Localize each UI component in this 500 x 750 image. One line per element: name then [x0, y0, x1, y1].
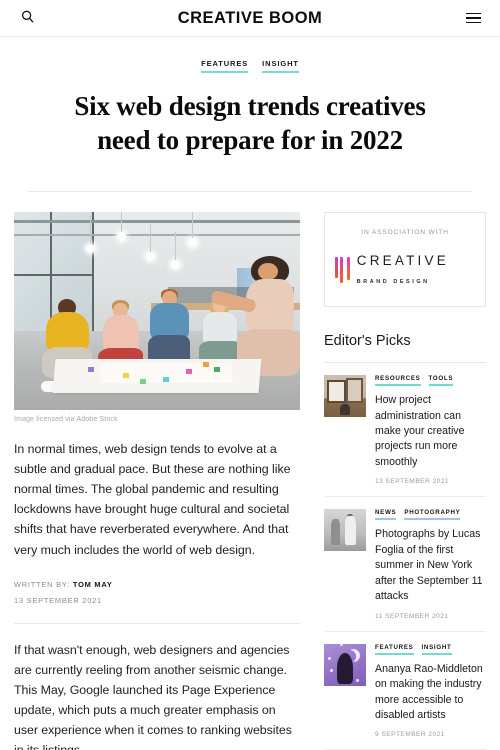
- page-title: Six web design trends creatives need to …: [74, 90, 426, 155]
- article-paragraph-1: In normal times, web design tends to evo…: [14, 442, 291, 557]
- body-divider: [14, 622, 300, 624]
- byline-author-line: WRITTEN BY: TOM MAY: [14, 580, 300, 589]
- article-paragraph-2: If that wasn't enough, web designers and…: [14, 642, 292, 750]
- sidebar: IN ASSOCIATION WITH CREATIVE BRAND DESIG…: [324, 212, 486, 750]
- article-header: FEATURES INSIGHT Six web design trends c…: [0, 37, 500, 193]
- pick-tag-photography[interactable]: PHOTOGRAPHY: [404, 509, 461, 521]
- association-label: IN ASSOCIATION WITH: [361, 229, 449, 237]
- pick-tag-row: RESOURCES TOOLS: [375, 375, 486, 387]
- association-logo-secondary: BRAND DESIGN: [356, 279, 430, 286]
- pick-date: 13 September 2021: [375, 478, 449, 486]
- pick-date: 11 September 2021: [375, 612, 449, 620]
- pick-tag-row: FEATURES INSIGHT: [375, 644, 486, 655]
- site-logo[interactable]: CREATIVE BOOM: [178, 9, 323, 28]
- list-item[interactable]: FEATURES INSIGHT Ananya Rao-Middleton on…: [324, 630, 486, 750]
- article-tag-features[interactable]: FEATURES: [201, 59, 249, 73]
- byline: WRITTEN BY: TOM MAY 13 SEPTEMBER 2021: [14, 580, 300, 605]
- byline-author[interactable]: TOM MAY: [73, 580, 113, 589]
- pick-thumbnail[interactable]: [324, 509, 366, 552]
- hamburger-menu-icon: [465, 12, 481, 24]
- article-body: In normal times, web design tends to evo…: [14, 439, 300, 560]
- site-header: CREATIVE BOOM: [0, 0, 500, 37]
- list-item[interactable]: RESOURCES TOOLS How project administrati…: [324, 363, 486, 496]
- hero-figure: Image licensed via Adobe Stock: [14, 212, 300, 423]
- search-button[interactable]: [14, 5, 40, 31]
- pick-tag-row: NEWS PHOTOGRAPHY: [375, 509, 486, 521]
- pick-tag-features[interactable]: FEATURES: [375, 644, 414, 655]
- pick-headline[interactable]: Ananya Rao-Middleton on making the indus…: [375, 662, 486, 724]
- creative-brand-design-bars-icon: [335, 257, 350, 284]
- pick-tag-resources[interactable]: RESOURCES: [375, 375, 421, 387]
- editors-picks-title: Editor's Picks: [324, 333, 411, 350]
- menu-button[interactable]: [460, 5, 486, 31]
- pick-tag-news[interactable]: NEWS: [375, 509, 397, 521]
- association-logo[interactable]: CREATIVE BRAND DESIGN: [335, 252, 475, 288]
- pick-thumbnail[interactable]: [324, 375, 366, 418]
- byline-date: 13 SEPTEMBER 2021: [14, 595, 102, 605]
- article-body-continued: If that wasn't enough, web designers and…: [14, 640, 300, 750]
- main-column: Image licensed via Adobe Stock In normal…: [14, 212, 300, 750]
- pick-headline[interactable]: Photographs by Lucas Foglia of the first…: [375, 527, 486, 604]
- search-icon: [21, 10, 34, 26]
- list-item[interactable]: NEWS PHOTOGRAPHY Photographs by Lucas Fo…: [324, 496, 486, 630]
- pick-date: 9 September 2021: [375, 731, 445, 739]
- association-logo-primary: CREATIVE: [356, 253, 449, 269]
- pick-tag-insight[interactable]: INSIGHT: [421, 644, 452, 655]
- hero-image: [14, 212, 300, 411]
- byline-prefix: WRITTEN BY:: [14, 579, 71, 589]
- article-tag-insight[interactable]: INSIGHT: [262, 59, 299, 73]
- association-box: IN ASSOCIATION WITH CREATIVE BRAND DESIG…: [324, 212, 486, 308]
- content-layout: Image licensed via Adobe Stock In normal…: [0, 192, 500, 750]
- hero-caption: Image licensed via Adobe Stock: [14, 416, 118, 424]
- pick-tag-tools[interactable]: TOOLS: [428, 375, 454, 387]
- pick-thumbnail[interactable]: [324, 643, 366, 686]
- pick-headline[interactable]: How project administration can make your…: [375, 393, 486, 470]
- article-tag-row: FEATURES INSIGHT: [14, 59, 486, 73]
